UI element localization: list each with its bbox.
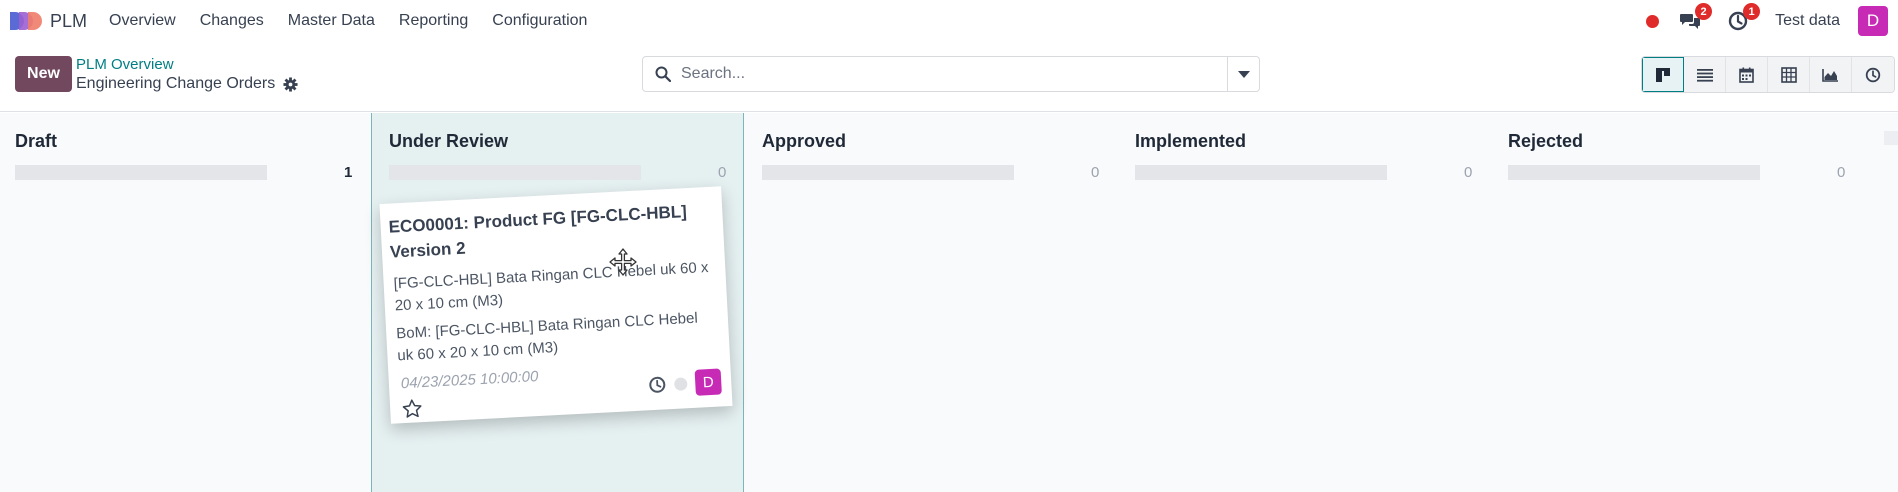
pivot-view-button[interactable] [1768,57,1810,92]
card-actions: D [648,368,722,398]
page-title: Engineering Change Orders [76,75,298,93]
card-bom: BoM: [FG-CLC-HBL] Bata Ringan CLC Hebel … [395,309,699,365]
column-title[interactable]: Under Review [389,131,508,152]
control-panel: New PLM Overview Engineering Change Orde… [0,42,1898,112]
activities-button[interactable]: 1 [1727,3,1761,32]
graph-view-button[interactable] [1810,57,1852,92]
menu-changes[interactable]: Changes [200,12,264,30]
column-count: 0 [718,164,727,181]
kanban-column-approved: Approved 0 [745,113,1118,492]
kanban-column-draft: Draft 1 [0,113,371,492]
messages-badge: 2 [1695,3,1713,20]
column-count: 0 [1091,164,1100,181]
calendar-icon [1739,67,1754,83]
search-bar [642,56,1260,92]
kanban-icon [1655,67,1670,82]
column-title[interactable]: Draft [15,131,57,152]
column-title[interactable]: Implemented [1135,131,1246,152]
page-title-text: Engineering Change Orders [76,75,276,92]
search-icon [655,66,671,82]
navbar-systray: 2 1 Test data D [1646,0,1898,42]
kanban-column-rejected: Rejected 0 [1491,113,1864,492]
search-options-toggle[interactable] [1227,57,1259,91]
clock-icon [1865,67,1881,82]
column-progress-bar[interactable] [1135,165,1387,180]
list-view-button[interactable] [1684,57,1726,92]
recording-indicator-icon[interactable] [1646,14,1660,28]
kanban-view-button[interactable] [1642,57,1684,92]
search-input[interactable] [681,65,1201,83]
card-title: ECO0001: Product FG [FG-CLC-HBL] Version… [388,202,688,262]
breadcrumb-plm-overview[interactable]: PLM Overview [76,56,174,73]
database-name[interactable]: Test data [1775,12,1840,30]
column-progress-bar[interactable] [1508,165,1760,180]
activity-clock-icon[interactable] [648,375,667,394]
column-progress-bar[interactable] [389,165,641,180]
kanban-state-indicator[interactable] [673,376,688,391]
assignee-avatar[interactable]: D [694,368,722,396]
pivot-icon [1780,66,1797,83]
menu-master-data[interactable]: Master Data [288,12,375,30]
column-count: 0 [1464,164,1473,181]
caret-down-icon [1237,70,1250,78]
activity-view-button[interactable] [1852,57,1894,92]
kanban-board: Draft 1 Under Review 0 Approved 0 Implem… [0,113,1898,492]
column-count: 0 [1837,164,1846,181]
column-progress-bar[interactable] [15,165,267,180]
top-navbar: PLM Overview Changes Master Data Reporti… [0,0,1898,42]
gear-icon[interactable] [283,76,298,92]
user-avatar[interactable]: D [1858,6,1888,36]
area-chart-icon [1822,68,1838,82]
main-menu: Overview Changes Master Data Reporting C… [109,12,611,30]
new-button[interactable]: New [15,56,72,92]
messages-button[interactable]: 2 [1679,3,1713,32]
column-title[interactable]: Rejected [1508,131,1583,152]
list-icon [1696,68,1713,82]
kanban-card-eco0001[interactable]: ECO0001: Product FG [FG-CLC-HBL] Version… [379,186,733,424]
plm-logo-icon [10,10,44,32]
next-column-edge [1884,131,1898,145]
menu-overview[interactable]: Overview [109,12,176,30]
card-date: 04/23/2025 10:00:00 [400,368,539,393]
column-count: 1 [344,164,353,181]
star-icon[interactable] [402,398,423,419]
app-brand[interactable]: PLM [10,10,87,32]
card-product: [FG-CLC-HBL] Bata Ringan CLC Hebel uk 60… [393,258,709,315]
activities-badge: 1 [1743,3,1761,20]
menu-reporting[interactable]: Reporting [399,12,468,30]
calendar-view-button[interactable] [1726,57,1768,92]
column-progress-bar[interactable] [762,165,1014,180]
column-title[interactable]: Approved [762,131,846,152]
move-cursor-icon [608,247,638,277]
menu-configuration[interactable]: Configuration [492,12,587,30]
view-switcher [1641,56,1895,93]
app-name: PLM [50,10,88,31]
kanban-column-implemented: Implemented 0 [1118,113,1491,492]
